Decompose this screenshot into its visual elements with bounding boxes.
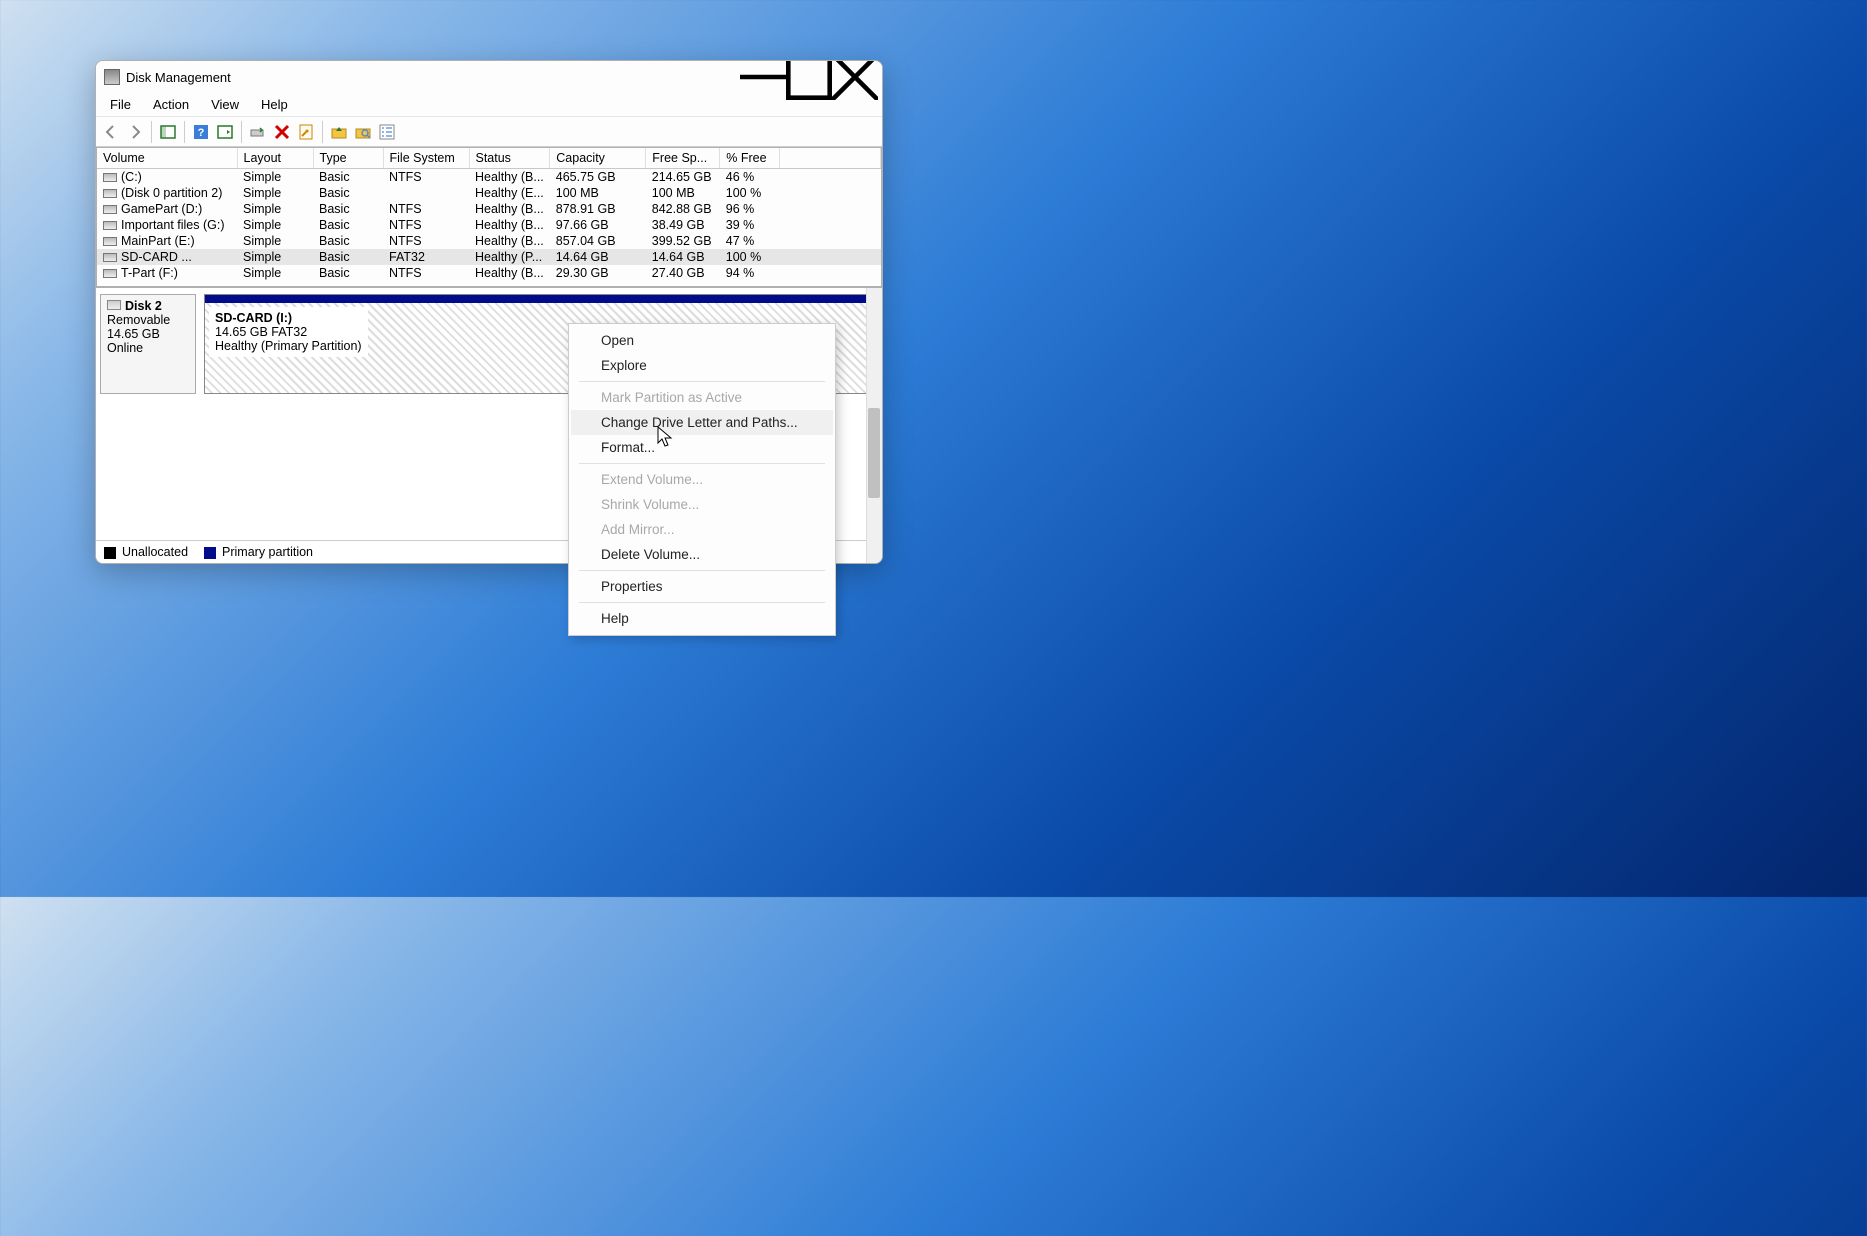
legend-unallocated-color <box>104 547 116 559</box>
svg-text:?: ? <box>198 127 205 139</box>
menubar: File Action View Help <box>96 93 882 117</box>
ctx-add-mirror: Add Mirror... <box>571 517 833 542</box>
back-icon[interactable] <box>100 121 122 143</box>
delete-icon[interactable] <box>271 121 293 143</box>
legend-primary-color <box>204 547 216 559</box>
col-layout[interactable]: Layout <box>237 148 313 169</box>
table-row[interactable]: (C:)SimpleBasicNTFSHealthy (B...465.75 G… <box>97 169 881 186</box>
titlebar: Disk Management <box>96 61 882 93</box>
ctx-extend: Extend Volume... <box>571 467 833 492</box>
partition-info: 14.65 GB FAT32 <box>215 325 362 339</box>
refresh-icon[interactable] <box>247 121 269 143</box>
menu-help[interactable]: Help <box>251 95 298 114</box>
window-title: Disk Management <box>126 70 740 85</box>
table-header-row: Volume Layout Type File System Status Ca… <box>97 148 881 169</box>
forward-icon[interactable] <box>124 121 146 143</box>
folder-search-icon[interactable] <box>352 121 374 143</box>
ctx-explore[interactable]: Explore <box>571 353 833 378</box>
action-list-icon[interactable] <box>214 121 236 143</box>
help-icon[interactable]: ? <box>190 121 212 143</box>
table-row[interactable]: SD-CARD ...SimpleBasicFAT32Healthy (P...… <box>97 249 881 265</box>
ctx-delete[interactable]: Delete Volume... <box>571 542 833 567</box>
table-row[interactable]: T-Part (F:)SimpleBasicNTFSHealthy (B...2… <box>97 265 881 281</box>
context-menu: Open Explore Mark Partition as Active Ch… <box>568 323 836 636</box>
toolbar: ? <box>96 117 882 147</box>
volume-table: Volume Layout Type File System Status Ca… <box>96 147 882 287</box>
legend-unallocated: Unallocated <box>122 545 188 559</box>
partition-text: SD-CARD (I:) 14.65 GB FAT32 Healthy (Pri… <box>209 307 368 357</box>
legend-primary: Primary partition <box>222 545 313 559</box>
menu-action[interactable]: Action <box>143 95 199 114</box>
disk-name: Disk 2 <box>125 299 162 313</box>
col-pctfree[interactable]: % Free <box>720 148 780 169</box>
ctx-format[interactable]: Format... <box>571 435 833 460</box>
partition-name: SD-CARD (I:) <box>215 311 362 325</box>
table-row[interactable]: MainPart (E:)SimpleBasicNTFSHealthy (B..… <box>97 233 881 249</box>
ctx-shrink: Shrink Volume... <box>571 492 833 517</box>
col-status[interactable]: Status <box>469 148 550 169</box>
table-row[interactable]: GamePart (D:)SimpleBasicNTFSHealthy (B..… <box>97 201 881 217</box>
menu-file[interactable]: File <box>100 95 141 114</box>
disk-media: Removable <box>107 313 189 327</box>
menu-view[interactable]: View <box>201 95 249 114</box>
table-row[interactable]: (Disk 0 partition 2)SimpleBasicHealthy (… <box>97 185 881 201</box>
disk-header[interactable]: Disk 2 Removable 14.65 GB Online <box>100 294 196 394</box>
partition-color-bar <box>205 295 877 303</box>
show-hide-console-icon[interactable] <box>157 121 179 143</box>
disk-state: Online <box>107 341 189 355</box>
col-filesystem[interactable]: File System <box>383 148 469 169</box>
col-capacity[interactable]: Capacity <box>550 148 646 169</box>
ctx-properties[interactable]: Properties <box>571 574 833 599</box>
table-row[interactable]: Important files (G:)SimpleBasicNTFSHealt… <box>97 217 881 233</box>
maximize-button[interactable] <box>786 61 832 93</box>
minimize-button[interactable] <box>740 61 786 93</box>
partition-status: Healthy (Primary Partition) <box>215 339 362 353</box>
checklist-icon[interactable] <box>376 121 398 143</box>
col-freespace[interactable]: Free Sp... <box>646 148 720 169</box>
folder-up-icon[interactable] <box>328 121 350 143</box>
col-volume[interactable]: Volume <box>97 148 237 169</box>
ctx-mark-active: Mark Partition as Active <box>571 385 833 410</box>
close-button[interactable] <box>832 61 878 93</box>
ctx-open[interactable]: Open <box>571 328 833 353</box>
disk-size: 14.65 GB <box>107 327 189 341</box>
ctx-help[interactable]: Help <box>571 606 833 631</box>
drive-icon <box>107 300 121 310</box>
vertical-scrollbar[interactable] <box>866 288 882 563</box>
properties-icon[interactable] <box>295 121 317 143</box>
ctx-change-drive-letter[interactable]: Change Drive Letter and Paths... <box>571 410 833 435</box>
app-icon <box>104 69 120 85</box>
col-type[interactable]: Type <box>313 148 383 169</box>
